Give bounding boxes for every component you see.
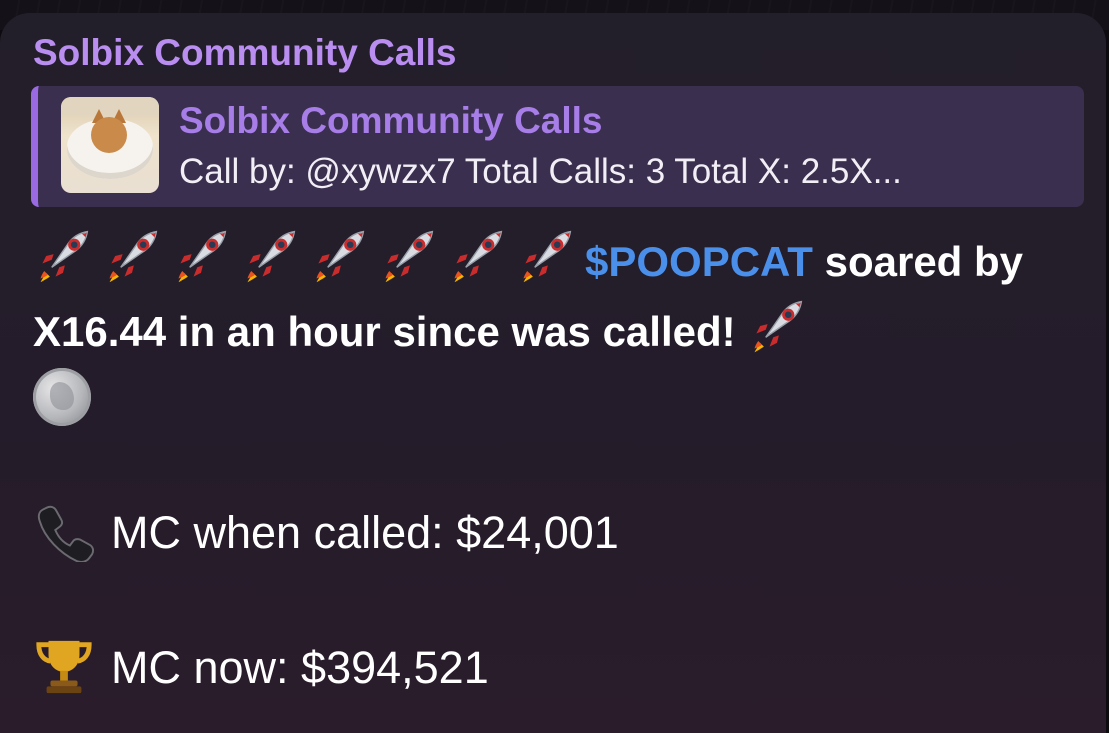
rocket-icon — [309, 226, 369, 286]
phone-icon — [33, 500, 95, 562]
trophy-icon — [33, 635, 95, 697]
rocket-icon — [33, 226, 93, 286]
ticker-link[interactable]: $POOPCAT — [585, 238, 813, 285]
sender-name[interactable]: Solbix Community Calls — [33, 32, 457, 74]
mc-now: MC now: $394,521 — [33, 635, 489, 697]
reply-title: Solbix Community Calls — [179, 100, 603, 141]
reply-thumbnail — [61, 97, 159, 193]
rocket-row — [33, 230, 585, 285]
mc-when-called: MC when called: $24,001 — [33, 500, 619, 562]
mc-now-text: MC now: $394,521 — [111, 642, 489, 693]
rocket-icon — [447, 226, 507, 286]
rocket-icon — [378, 226, 438, 286]
reply-preview[interactable]: Solbix Community Calls Call by: @xywzx7 … — [31, 86, 1084, 207]
rocket-icon — [102, 226, 162, 286]
reply-text: Call by: @xywzx7 Total Calls: 3 Total X:… — [179, 152, 902, 191]
rocket-icon — [516, 226, 576, 286]
message-text: $POOPCAT soared by X16.44 in an hour sin… — [33, 226, 1073, 434]
rocket-icon — [747, 296, 807, 356]
rocket-icon — [171, 226, 231, 286]
silver-coin-icon — [33, 368, 91, 426]
mc-called-text: MC when called: $24,001 — [111, 507, 619, 558]
rocket-icon — [240, 226, 300, 286]
